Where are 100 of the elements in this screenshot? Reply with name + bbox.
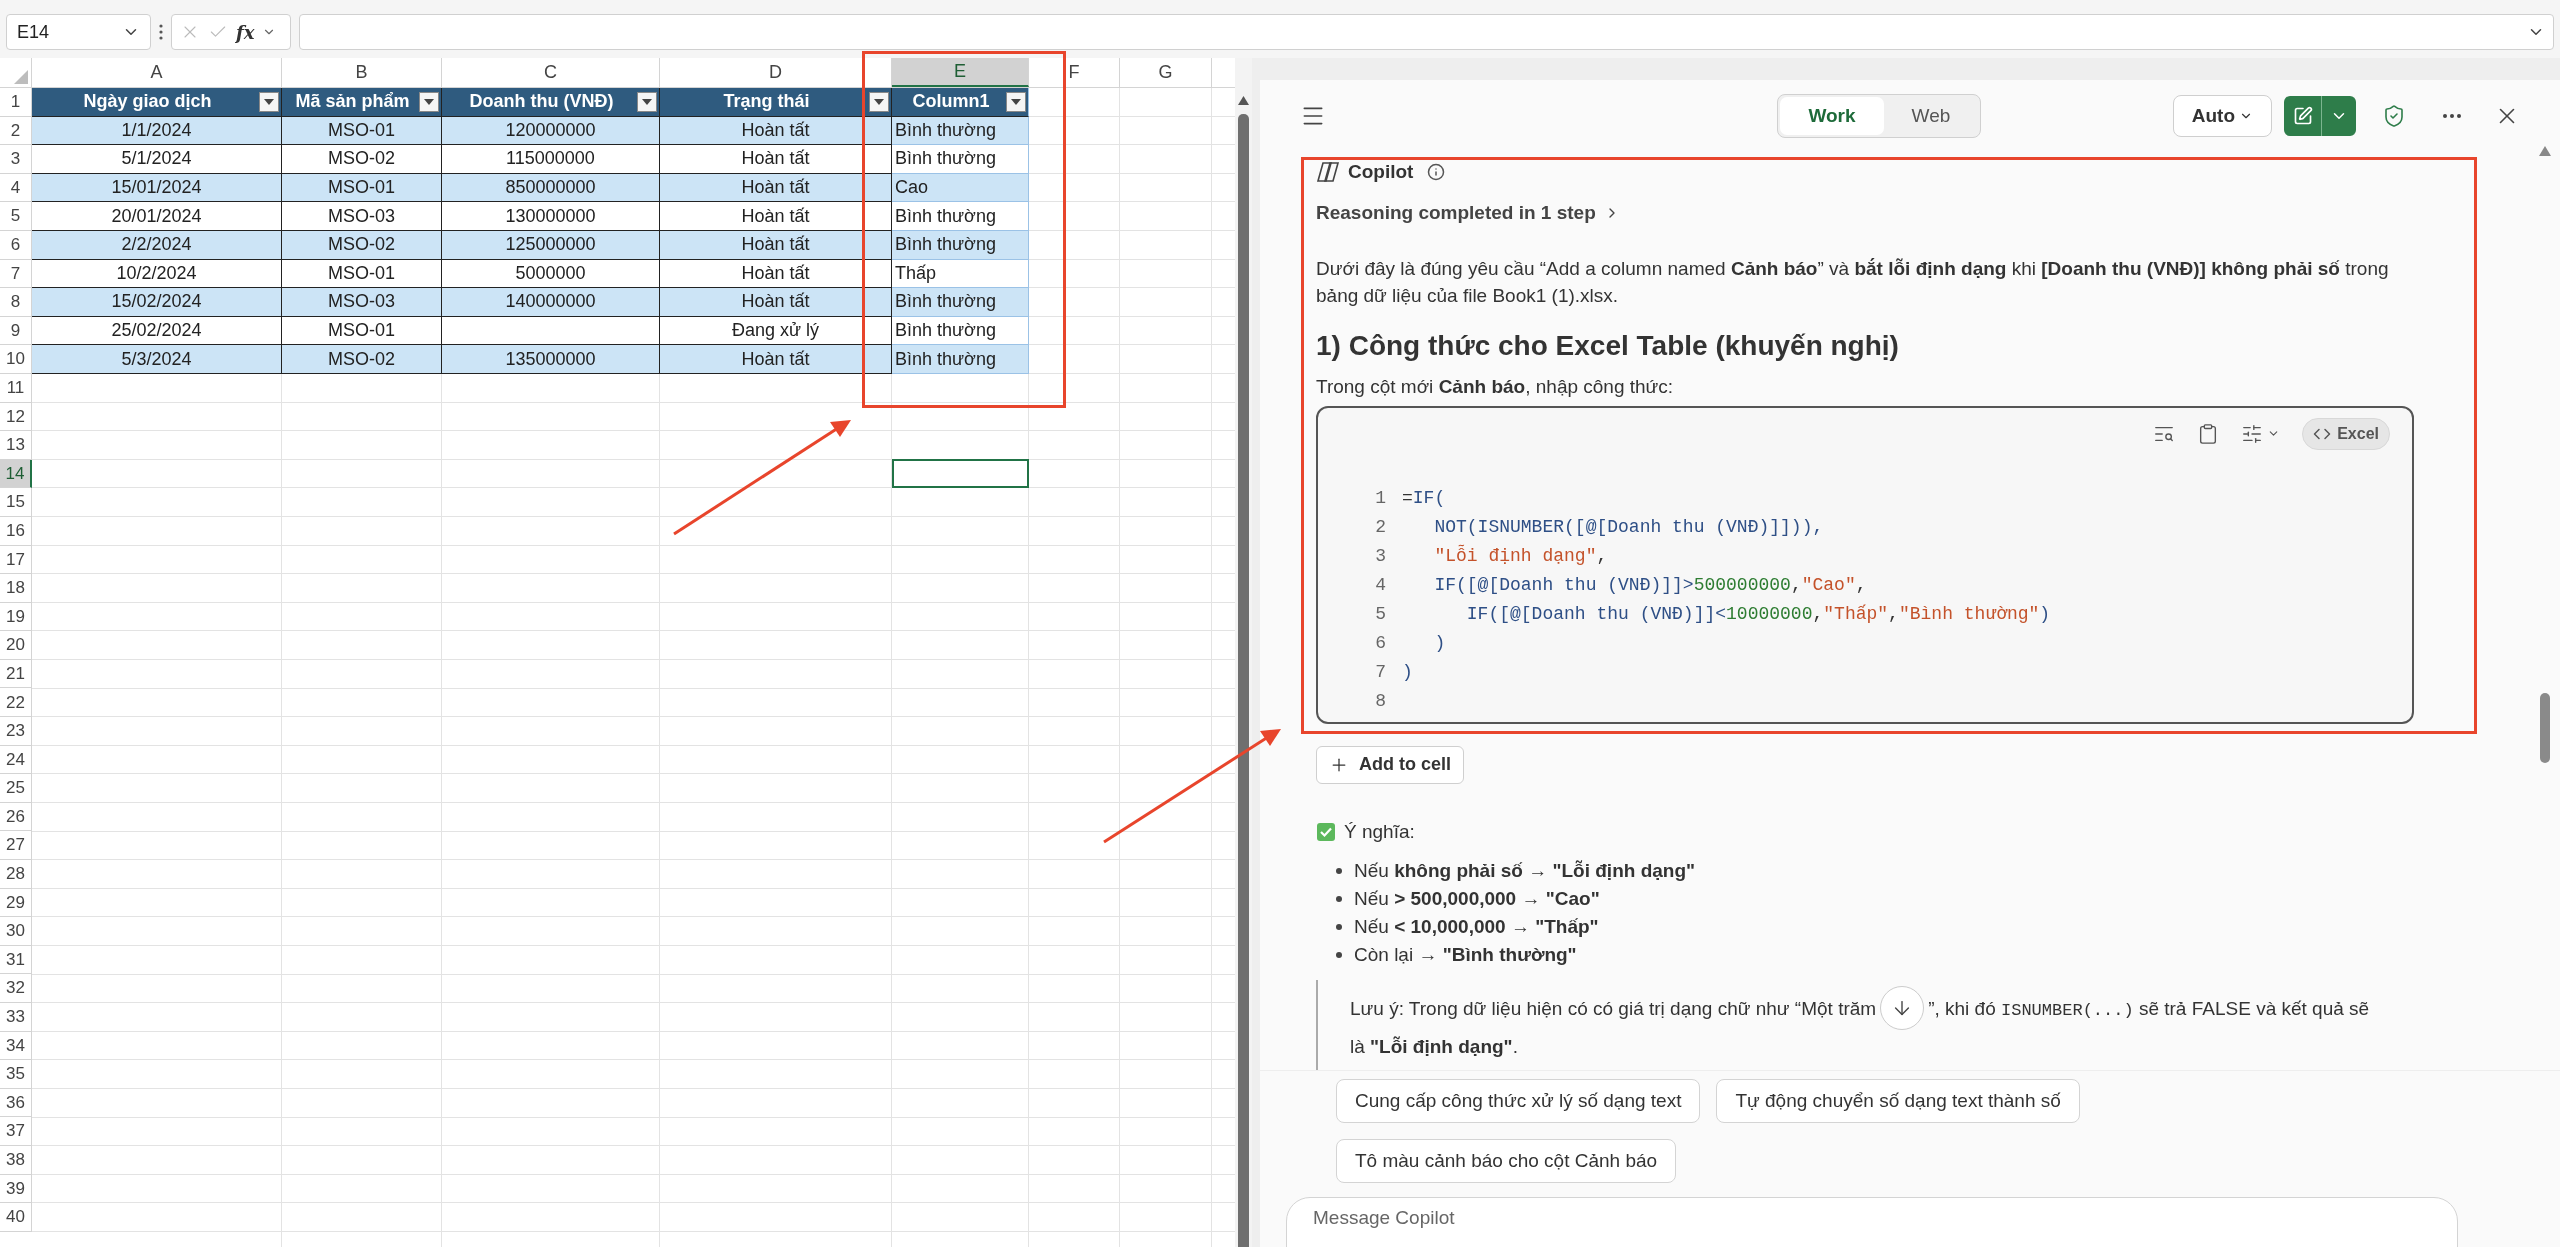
row-header[interactable]: 20 bbox=[0, 631, 32, 660]
reasoning-toggle[interactable]: Reasoning completed in 1 step bbox=[1316, 198, 1620, 227]
table-cell: Thấp bbox=[892, 259, 1029, 289]
row-header[interactable]: 19 bbox=[0, 602, 32, 632]
table-cell: Hoàn tất bbox=[660, 345, 892, 374]
code-line: NOT(ISNUMBER([@[Doanh thu (VNĐ)]])), bbox=[1433, 515, 1824, 539]
scrollbar-thumb[interactable] bbox=[1238, 114, 1249, 1247]
filter-button[interactable] bbox=[1006, 91, 1026, 112]
row-header[interactable]: 38 bbox=[0, 1145, 32, 1175]
suggestion-chip[interactable]: Cung cấp công thức xử lý số dạng text bbox=[1336, 1079, 1701, 1123]
row-header[interactable]: 29 bbox=[0, 888, 32, 918]
auto-dropdown[interactable]: Auto bbox=[2172, 95, 2272, 137]
more-vertical-icon[interactable] bbox=[159, 24, 163, 40]
table-cell: MSO-01 bbox=[282, 316, 442, 346]
name-box[interactable]: E14 bbox=[6, 14, 151, 50]
table-cell: 115000000 bbox=[442, 145, 660, 174]
row-header[interactable]: 12 bbox=[0, 402, 32, 432]
table-cell: Hoàn tất bbox=[660, 288, 892, 317]
suggestion-chip[interactable]: Tô màu cảnh báo cho cột Cảnh báo bbox=[1336, 1139, 1677, 1183]
filter-button[interactable] bbox=[637, 91, 657, 112]
row-header[interactable]: 13 bbox=[0, 431, 32, 460]
filter-button[interactable] bbox=[259, 91, 279, 112]
mode-tab[interactable]: Web bbox=[1883, 97, 1979, 135]
column-header[interactable]: F bbox=[1029, 58, 1120, 87]
row-header[interactable]: 3 bbox=[0, 145, 32, 174]
row-header[interactable]: 37 bbox=[0, 1117, 32, 1146]
row-header[interactable]: 26 bbox=[0, 802, 32, 832]
table-cell: Hoàn tất bbox=[660, 173, 892, 203]
caret-icon bbox=[424, 98, 434, 105]
info-icon[interactable] bbox=[1427, 163, 1446, 182]
line-number: 4 bbox=[1374, 573, 1386, 597]
row-header[interactable]: 9 bbox=[0, 316, 32, 346]
row-header[interactable]: 27 bbox=[0, 831, 32, 861]
scroll-up-icon[interactable] bbox=[1238, 96, 1249, 105]
row-header[interactable]: 14 bbox=[0, 459, 32, 489]
table-cell: 850000000 bbox=[442, 173, 660, 203]
meaning-title: Ý nghĩa: bbox=[1344, 819, 1415, 844]
row-header[interactable]: 16 bbox=[0, 516, 32, 546]
row-header[interactable]: 4 bbox=[0, 173, 32, 203]
table-header: Doanh thu (VNĐ) bbox=[468, 90, 615, 114]
table-cell: MSO-01 bbox=[282, 116, 442, 146]
row-header[interactable]: 22 bbox=[0, 688, 32, 718]
row-header[interactable]: 8 bbox=[0, 288, 32, 317]
row-header[interactable]: 21 bbox=[0, 659, 32, 689]
table-cell: 5000000 bbox=[442, 259, 660, 289]
compose-icon bbox=[2292, 106, 2313, 126]
caret-icon bbox=[642, 98, 652, 105]
row-header[interactable]: 5 bbox=[0, 202, 32, 231]
row-header[interactable]: 11 bbox=[0, 373, 32, 403]
sender-name: Copilot bbox=[1348, 160, 1414, 184]
row-header[interactable]: 39 bbox=[0, 1174, 32, 1204]
instruction-text: Trong cột mới Cảnh báo, nhập công thức: bbox=[1316, 375, 1675, 399]
row-header[interactable]: 6 bbox=[0, 230, 32, 260]
row-header[interactable]: 17 bbox=[0, 545, 32, 575]
row-header[interactable]: 23 bbox=[0, 717, 32, 746]
filter-button[interactable] bbox=[869, 91, 889, 112]
row-header[interactable]: 7 bbox=[0, 259, 32, 289]
section-heading: 1) Công thức cho Excel Table (khuyến nghị) bbox=[1316, 329, 1900, 363]
filter-button[interactable] bbox=[419, 91, 439, 112]
mode-tab[interactable]: Work bbox=[1780, 97, 1884, 135]
row-header[interactable]: 1 bbox=[0, 88, 32, 117]
column-header[interactable]: C bbox=[442, 58, 660, 87]
row-header[interactable]: 2 bbox=[0, 116, 32, 146]
message-input[interactable]: Message Copilot bbox=[1286, 1197, 2458, 1247]
table-cell: 20/01/2024 bbox=[32, 202, 282, 231]
formula-input[interactable] bbox=[299, 14, 2554, 50]
new-chat-split-button[interactable] bbox=[2284, 96, 2356, 136]
line-number: 5 bbox=[1374, 602, 1386, 626]
row-header[interactable]: 34 bbox=[0, 1031, 32, 1061]
table-cell: MSO-03 bbox=[282, 288, 442, 317]
row-header[interactable]: 25 bbox=[0, 774, 32, 803]
row-header[interactable]: 24 bbox=[0, 745, 32, 775]
selected-cell[interactable] bbox=[892, 458, 1029, 489]
row-header[interactable]: 33 bbox=[0, 1003, 32, 1032]
column-header[interactable]: E bbox=[892, 58, 1029, 87]
table-cell: MSO-02 bbox=[282, 230, 442, 260]
row-header[interactable]: 35 bbox=[0, 1060, 32, 1089]
column-header[interactable]: B bbox=[282, 58, 442, 87]
row-header[interactable]: 10 bbox=[0, 345, 32, 374]
row-header[interactable]: 32 bbox=[0, 974, 32, 1003]
row-header[interactable]: 31 bbox=[0, 945, 32, 975]
scroll-down-button[interactable] bbox=[1880, 986, 1925, 1030]
scrollbar-thumb[interactable] bbox=[2540, 693, 2550, 763]
insert-function-button[interactable]: fx bbox=[236, 18, 255, 46]
line-number: 7 bbox=[1374, 660, 1386, 684]
row-header[interactable]: 28 bbox=[0, 860, 32, 889]
suggestion-chip[interactable]: Tự động chuyển số dạng text thành số bbox=[1716, 1079, 2080, 1123]
table-cell: Hoàn tất bbox=[660, 145, 892, 174]
add-to-cell-button[interactable]: Add to cell bbox=[1316, 745, 1464, 784]
row-header[interactable]: 36 bbox=[0, 1088, 32, 1118]
row-header[interactable]: 40 bbox=[0, 1203, 32, 1232]
table-cell: 125000000 bbox=[442, 230, 660, 260]
row-header[interactable]: 15 bbox=[0, 488, 32, 517]
column-header[interactable]: A bbox=[32, 58, 282, 87]
row-header[interactable]: 18 bbox=[0, 574, 32, 603]
shield-check-icon[interactable] bbox=[2382, 104, 2406, 128]
row-header[interactable]: 30 bbox=[0, 917, 32, 946]
scroll-up-icon[interactable] bbox=[2539, 146, 2551, 156]
table-header: Trạng thái bbox=[722, 90, 811, 114]
column-header[interactable]: G bbox=[1120, 58, 1212, 87]
